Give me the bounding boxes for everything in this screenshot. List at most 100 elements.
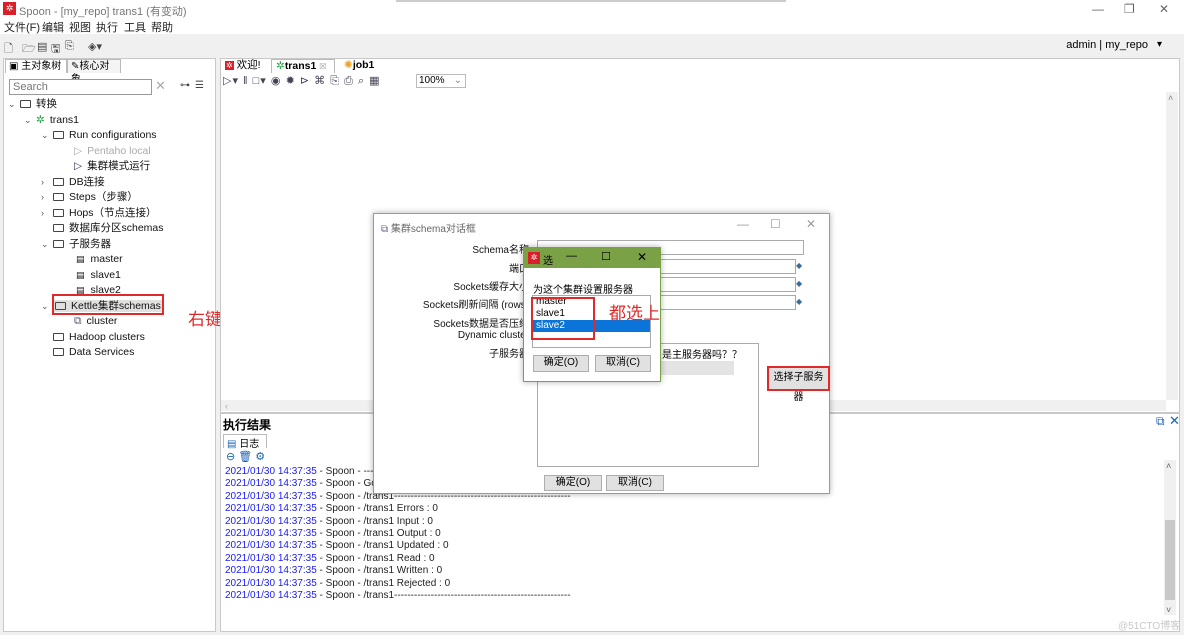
- tree-item-slave1[interactable]: ▤ slave1: [8, 268, 213, 284]
- maximize-button[interactable]: ☐: [770, 217, 781, 231]
- tree-item-steps[interactable]: › Steps（步骤）: [8, 190, 213, 206]
- save-as-icon[interactable]: ⎘: [65, 40, 74, 53]
- settings-icon[interactable]: ⚙: [255, 451, 268, 463]
- tree-item-trans1[interactable]: ⌄ ✲ trans1: [8, 113, 213, 129]
- pause-icon[interactable]: ‖: [243, 75, 249, 87]
- clear-search-icon[interactable]: ✕: [155, 78, 166, 94]
- chevron-right-icon[interactable]: ›: [41, 190, 53, 205]
- search-input[interactable]: [9, 79, 152, 95]
- picker-cancel-button[interactable]: 取消(C): [595, 355, 651, 372]
- debug-icon[interactable]: ✹: [286, 75, 296, 87]
- scroll-thumb[interactable]: [1165, 520, 1175, 600]
- maximize-button[interactable]: ❐: [1124, 2, 1135, 16]
- grid-icon[interactable]: ▦: [369, 75, 380, 87]
- picker-title-bar: ✲ 选 — ☐ ✕: [524, 248, 660, 268]
- new-file-icon[interactable]: 🗋: [4, 40, 13, 59]
- popout-icon[interactable]: ⧉: [1156, 414, 1165, 429]
- folder-icon: [53, 239, 64, 248]
- close-button[interactable]: ✕: [1159, 2, 1169, 16]
- stop-log-icon[interactable]: ⊖: [226, 451, 238, 463]
- ok-button[interactable]: 确定(O): [544, 475, 602, 491]
- layers-icon[interactable]: ◈▾: [88, 40, 102, 53]
- tree-item-slave-servers[interactable]: ⌄ 子服务器: [8, 237, 213, 253]
- chevron-down-icon[interactable]: ⌄: [41, 128, 53, 143]
- repo-dropdown-icon[interactable]: ▾: [1157, 39, 1162, 50]
- chevron-down-icon[interactable]: ⌄: [24, 113, 36, 128]
- tree-item-hops[interactable]: › Hops（节点连接）: [8, 206, 213, 222]
- user-repo-info[interactable]: admin | my_repo: [1066, 39, 1148, 51]
- folder-icon: [53, 193, 64, 201]
- impact-icon[interactable]: ⎘: [330, 75, 340, 87]
- doc-icon: ▣: [9, 61, 19, 72]
- tree-item-cluster-run[interactable]: ▷ 集群模式运行: [8, 159, 213, 175]
- replay-icon[interactable]: ⊳: [300, 75, 310, 87]
- main-toolbar: [0, 34, 1184, 58]
- editor-vertical-scrollbar[interactable]: ˄: [1166, 92, 1178, 400]
- menu-run[interactable]: 执行: [96, 19, 118, 35]
- explore-db-icon[interactable]: ⌕: [358, 75, 365, 87]
- preview-icon[interactable]: ◉: [271, 75, 282, 87]
- scroll-up-icon[interactable]: ˄: [1166, 93, 1173, 103]
- scroll-down-icon[interactable]: ˅: [1166, 605, 1171, 615]
- menu-tools[interactable]: 工具: [124, 19, 146, 35]
- open-file-icon[interactable]: 🗁: [22, 40, 36, 59]
- tab-core-objects[interactable]: ✎核心对象: [67, 59, 121, 85]
- label-schema-name: Schema名称: [472, 245, 529, 256]
- clear-log-icon[interactable]: 🗑: [238, 451, 255, 463]
- tab-welcome[interactable]: ✲ 欢迎!: [221, 59, 271, 73]
- tree-list-icon[interactable]: ☰: [195, 80, 204, 91]
- sql-icon[interactable]: ⎙: [344, 75, 354, 87]
- menu-view[interactable]: 视图: [69, 19, 91, 35]
- scroll-up-icon[interactable]: ˄: [1164, 461, 1171, 471]
- chevron-down-icon[interactable]: ⌄: [41, 237, 53, 252]
- tree-expand-icon[interactable]: ⊶: [180, 80, 190, 91]
- verify-icon[interactable]: ⌘: [314, 75, 326, 87]
- tree-item-run-configurations[interactable]: ⌄ Run configurations: [8, 128, 213, 144]
- tree-label: slave1: [90, 268, 121, 281]
- close-tab-icon[interactable]: ☒: [319, 62, 326, 71]
- close-panel-icon[interactable]: ✕: [1169, 413, 1180, 429]
- tree-item-transformations[interactable]: ⌄ 转换: [8, 97, 213, 113]
- tree-item-db-connections[interactable]: › DB连接: [8, 175, 213, 191]
- close-button[interactable]: ✕: [806, 217, 816, 231]
- tab-main-object-tree[interactable]: ▣ 主对象树: [5, 59, 67, 73]
- tab-job1[interactable]: ✺job1: [340, 59, 385, 73]
- tree-item-hadoop-clusters[interactable]: Hadoop clusters: [8, 330, 213, 346]
- select-slave-servers-button[interactable]: 选择子服务器: [767, 366, 830, 403]
- highlight-box-cluster-schemas: [52, 294, 164, 315]
- tree-item-cluster[interactable]: ⧉ cluster: [8, 314, 213, 330]
- minimize-button[interactable]: —: [566, 250, 577, 262]
- chevron-right-icon[interactable]: ›: [41, 206, 53, 221]
- zoom-select[interactable]: 100% ⌄: [416, 74, 466, 88]
- variable-icon[interactable]: ◆: [796, 261, 802, 270]
- chevron-down-icon[interactable]: ⌄: [8, 97, 20, 112]
- close-button[interactable]: ✕: [637, 250, 647, 264]
- maximize-button[interactable]: ☐: [601, 250, 611, 263]
- run-icon[interactable]: ▷▾: [223, 75, 239, 87]
- minimize-button[interactable]: —: [1092, 2, 1104, 16]
- menu-edit[interactable]: 编辑: [42, 19, 64, 35]
- explore-repo-icon[interactable]: ▤: [37, 40, 47, 53]
- log-message: - Spoon - /trans1 Rejected : 0: [316, 577, 451, 589]
- cancel-button[interactable]: 取消(C): [606, 475, 664, 491]
- menu-file[interactable]: 文件(F): [4, 19, 40, 35]
- tree-item-data-services[interactable]: Data Services: [8, 345, 213, 361]
- picker-ok-button[interactable]: 确定(O): [533, 355, 589, 372]
- variable-icon[interactable]: ◆: [796, 297, 802, 306]
- menu-bar: 文件(F) 编辑 视图 执行 工具 帮助: [0, 18, 1184, 34]
- minimize-button[interactable]: —: [737, 217, 749, 231]
- tab-log[interactable]: ▤ 日志: [223, 434, 267, 450]
- log-vertical-scrollbar[interactable]: ˄ ˅: [1164, 460, 1176, 615]
- tree-item-pentaho-local[interactable]: ▷ Pentaho local: [8, 144, 213, 160]
- window-title: Spoon - [my_repo] trans1 (有变动): [19, 6, 187, 18]
- tree-item-partition-schemas[interactable]: 数据库分区schemas: [8, 221, 213, 237]
- stop-icon[interactable]: □▾: [253, 75, 267, 87]
- tab-trans1[interactable]: ✲trans1 ☒: [271, 59, 335, 73]
- label-dynamic-cluster: Dynamic cluster: [457, 330, 529, 341]
- save-icon[interactable]: 🖫: [51, 40, 60, 59]
- chevron-right-icon[interactable]: ›: [41, 175, 53, 190]
- variable-icon[interactable]: ◆: [796, 279, 802, 288]
- scroll-left-icon[interactable]: ‹: [221, 401, 228, 411]
- tree-item-master[interactable]: ▤ master: [8, 252, 213, 268]
- menu-help[interactable]: 帮助: [151, 19, 173, 35]
